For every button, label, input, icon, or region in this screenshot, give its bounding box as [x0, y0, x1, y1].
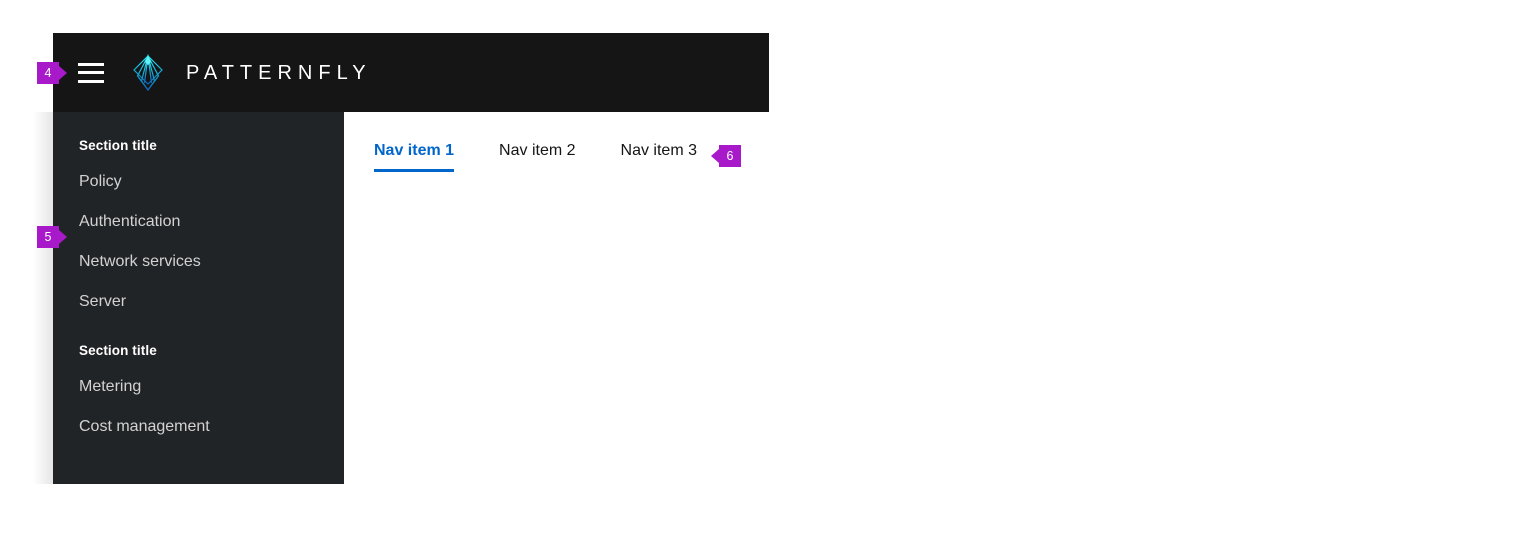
nav-section-2: Section title Metering Cost management: [53, 335, 344, 447]
masthead: PATTERNFLY: [53, 33, 769, 112]
hamburger-bar-2: [78, 71, 104, 74]
callout-badge-6: 6: [711, 145, 741, 167]
sidebar-item-policy[interactable]: Policy: [53, 162, 344, 202]
nav-section-divider: [53, 322, 344, 335]
patternfly-diamond-logo-icon: [133, 53, 163, 91]
tab-nav-item-1[interactable]: Nav item 1: [374, 140, 455, 180]
nav-section-1: Section title Policy Authentication Netw…: [53, 130, 344, 322]
hamburger-bar-1: [78, 62, 104, 66]
nav-section-title: Section title: [79, 138, 157, 153]
sidebar-item-authentication[interactable]: Authentication: [53, 202, 344, 242]
sidebar-navigation: Section title Policy Authentication Netw…: [53, 112, 344, 484]
callout-badge-5: 5: [37, 226, 67, 248]
sidebar-item-network-services[interactable]: Network services: [53, 242, 344, 282]
sidebar-item-cost-management[interactable]: Cost management: [53, 407, 344, 447]
sidebar-item-metering[interactable]: Metering: [53, 367, 344, 407]
tab-nav-item-3[interactable]: Nav item 3: [621, 140, 697, 180]
brand[interactable]: PATTERNFLY: [131, 53, 372, 92]
brand-name: PATTERNFLY: [186, 61, 372, 84]
tab-nav-item-2[interactable]: Nav item 2: [499, 140, 575, 180]
sidebar-shadow: [33, 112, 53, 484]
nav-section-title: Section title: [79, 343, 157, 358]
hamburger-menu-icon[interactable]: [78, 62, 104, 83]
callout-badge-4: 4: [37, 62, 67, 84]
hamburger-bar-3: [78, 79, 104, 83]
tab-bar: Nav item 1 Nav item 2 Nav item 3: [374, 140, 742, 180]
sidebar-item-server[interactable]: Server: [53, 282, 344, 322]
